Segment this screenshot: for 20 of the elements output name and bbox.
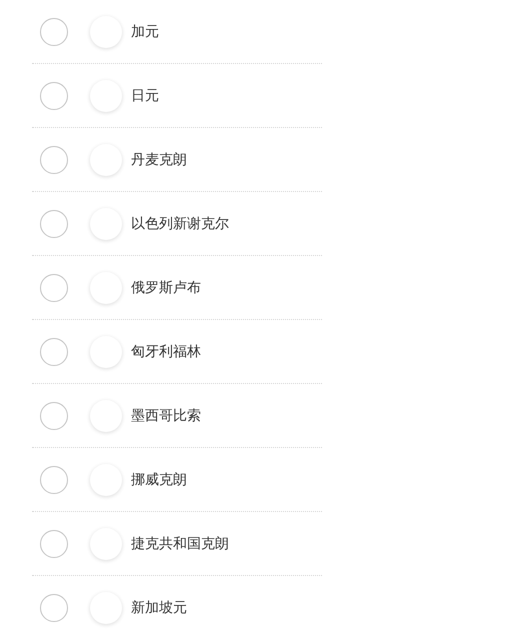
radio-button[interactable] bbox=[40, 338, 68, 366]
radio-button[interactable] bbox=[40, 274, 68, 302]
currency-name: 加元 bbox=[131, 22, 159, 40]
currency-name: 丹麦克朗 bbox=[131, 150, 187, 168]
currency-name: 日元 bbox=[131, 86, 159, 104]
radio-button[interactable] bbox=[40, 402, 68, 430]
radio-button[interactable] bbox=[40, 146, 68, 174]
radio-button[interactable] bbox=[40, 82, 68, 110]
radio-button[interactable] bbox=[40, 594, 68, 622]
currency-name: 墨西哥比索 bbox=[131, 406, 201, 424]
radio-button[interactable] bbox=[40, 18, 68, 46]
currency-name: 俄罗斯卢布 bbox=[131, 278, 201, 296]
radio-button[interactable] bbox=[40, 530, 68, 558]
currency-name: 新加坡元 bbox=[131, 598, 187, 616]
currency-name: 以色列新谢克尔 bbox=[131, 214, 229, 232]
radio-button[interactable] bbox=[40, 210, 68, 238]
radio-button[interactable] bbox=[40, 466, 68, 494]
currency-name: 挪威克朗 bbox=[131, 470, 187, 488]
currency-name: 匈牙利福林 bbox=[131, 342, 201, 360]
currency-name: 捷克共和国克朗 bbox=[131, 534, 229, 552]
